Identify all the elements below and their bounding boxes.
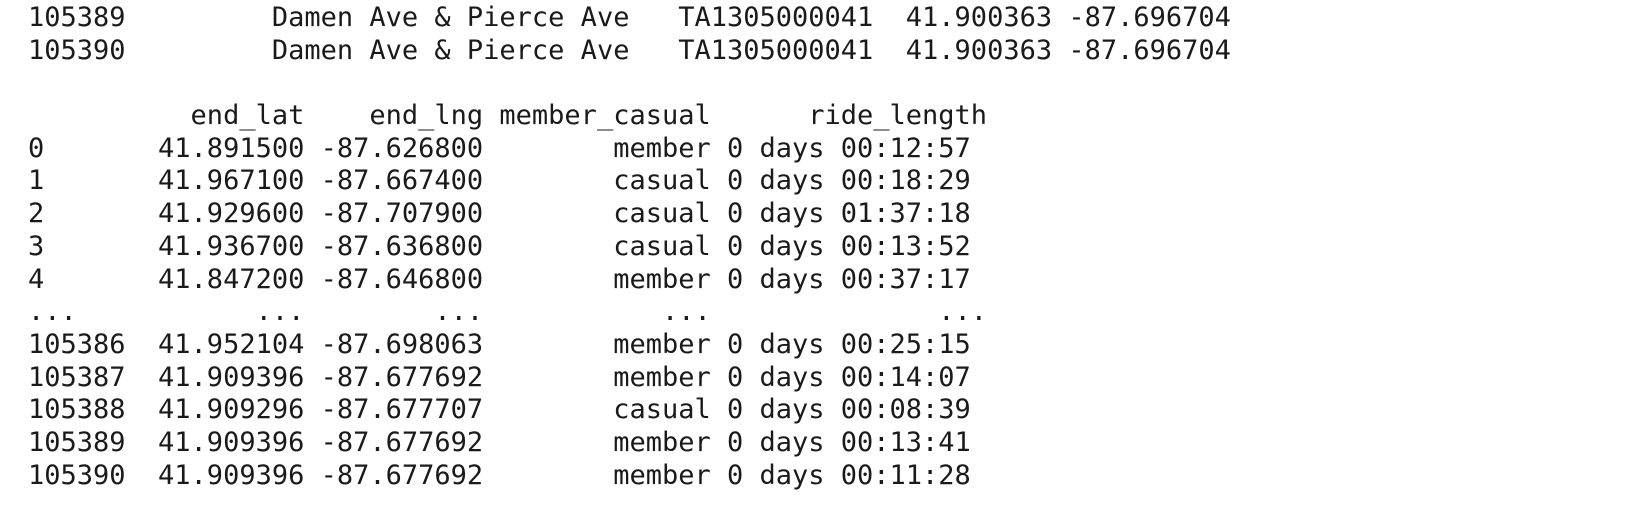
table-row: 105390 41.909396 -87.677692 member 0 day…: [28, 459, 971, 491]
ellipsis-row: ... ... ... ... ...: [28, 296, 988, 328]
table-row: 0 41.891500 -87.626800 member 0 days 00:…: [28, 132, 971, 164]
table-row: 105389 41.909396 -87.677692 member 0 day…: [28, 426, 971, 458]
table-row: 105387 41.909396 -87.677692 member 0 day…: [28, 361, 971, 393]
table-row: 105386 41.952104 -87.698063 member 0 day…: [28, 328, 971, 360]
dataframe-output: 105389 Damen Ave & Pierce Ave TA13050000…: [28, 2, 1231, 492]
output-row: 105390 Damen Ave & Pierce Ave TA13050000…: [28, 34, 1231, 66]
table-row: 1 41.967100 -87.667400 casual 0 days 00:…: [28, 165, 971, 197]
table-row: 3 41.936700 -87.636800 casual 0 days 00:…: [28, 230, 971, 262]
table-row: 105388 41.909296 -87.677707 casual 0 day…: [28, 394, 971, 426]
output-row: 105389 Damen Ave & Pierce Ave TA13050000…: [28, 2, 1231, 33]
column-header-row: end_lat end_lng member_casual ride_lengt…: [28, 100, 988, 132]
table-row: 2 41.929600 -87.707900 casual 0 days 01:…: [28, 198, 971, 230]
table-row: 4 41.847200 -87.646800 member 0 days 00:…: [28, 263, 971, 295]
